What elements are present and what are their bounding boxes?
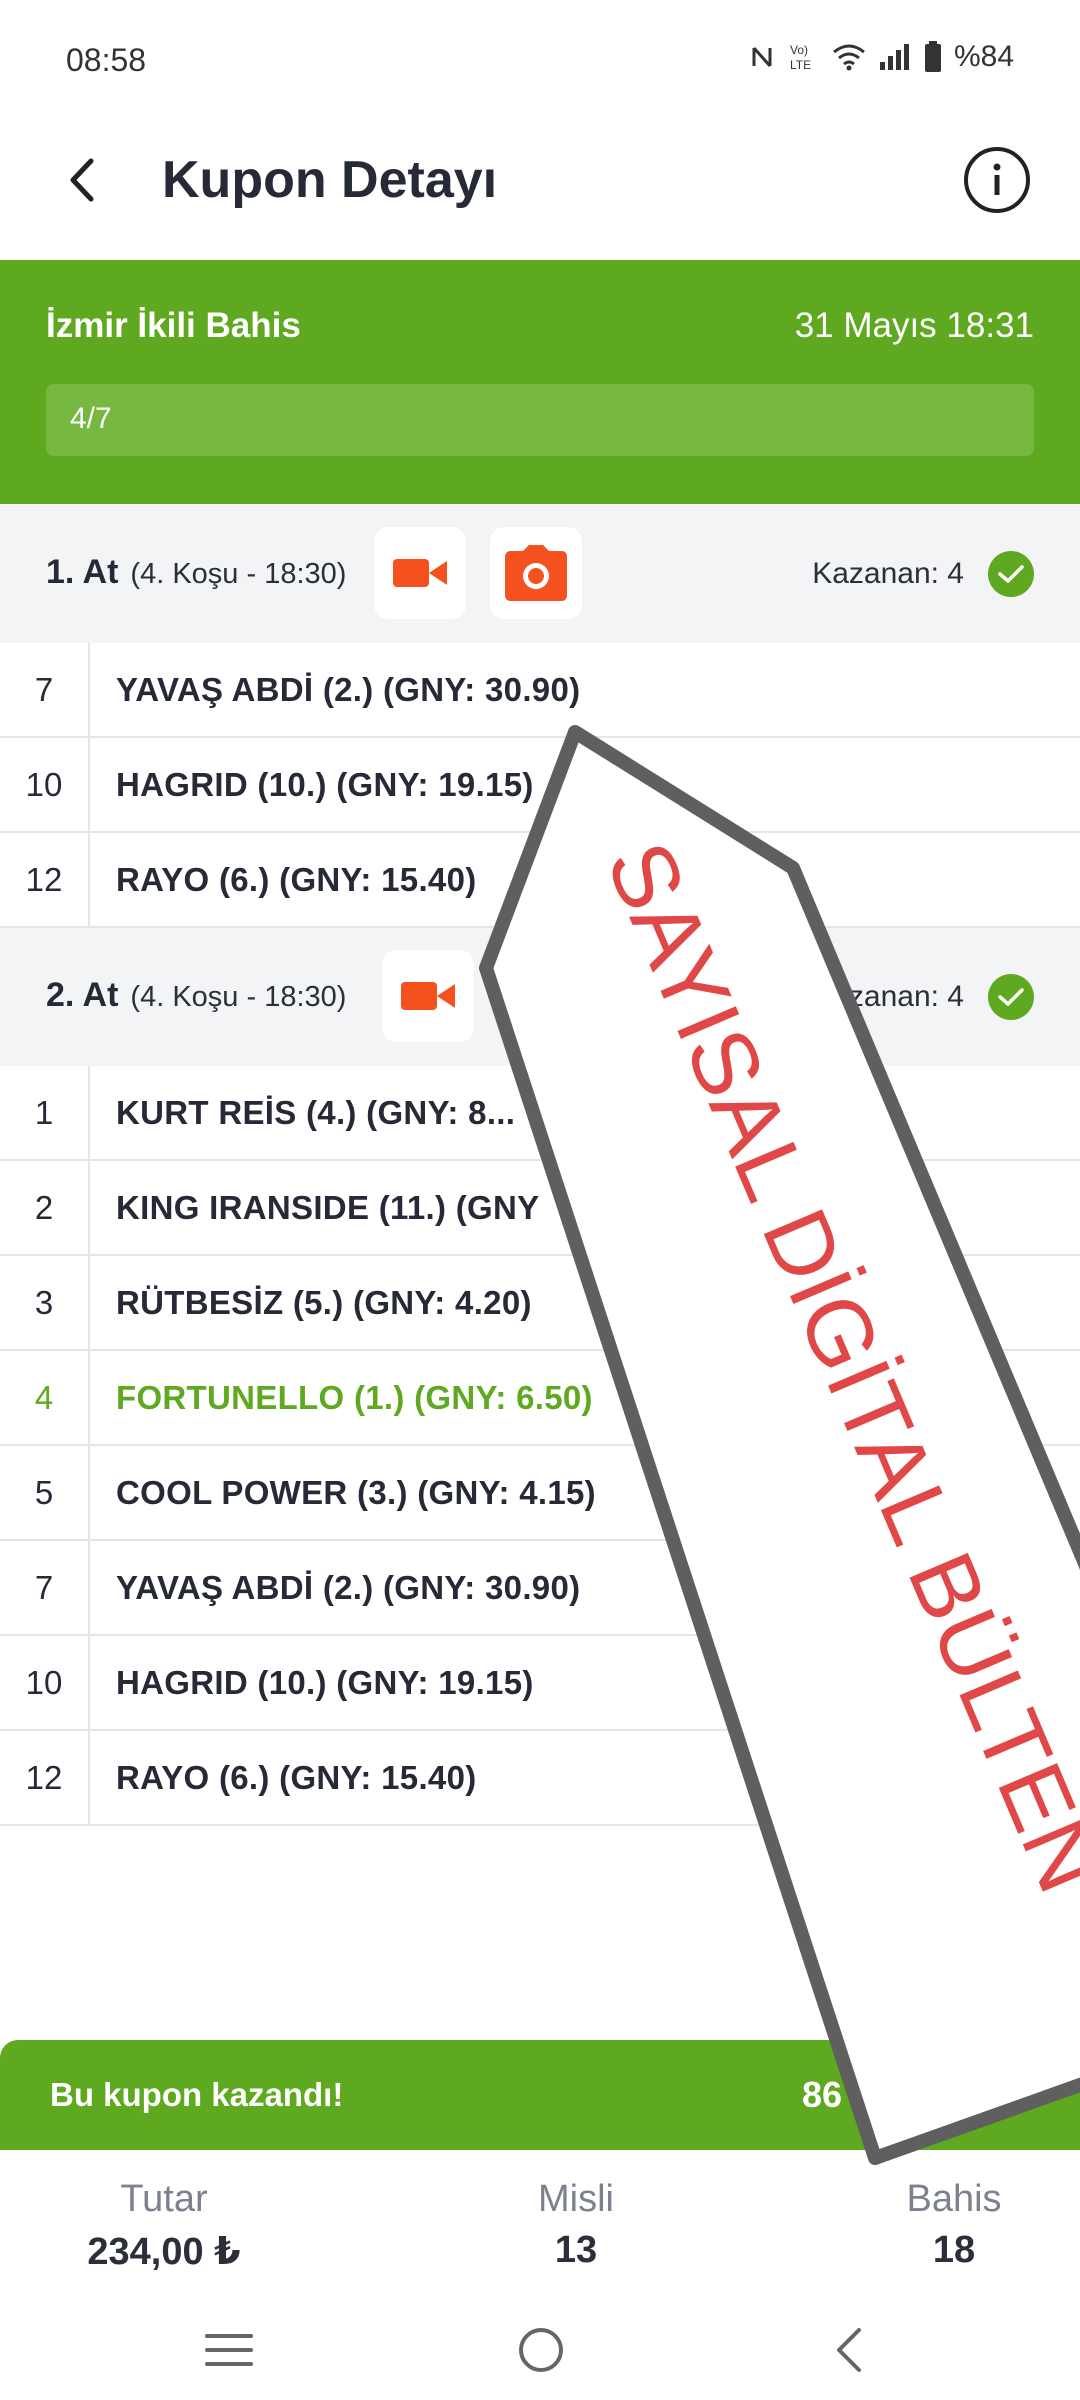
system-back-button[interactable]	[814, 2320, 884, 2380]
won-text: Bu kupon kazandı!	[50, 2076, 344, 2113]
tutar-column: Tutar 234,00 ₺	[64, 2178, 264, 2274]
progress-bar: 4/7	[46, 384, 1034, 456]
bet-type: İzmir İkili Bahis	[46, 306, 301, 345]
signal-icon	[879, 44, 909, 70]
system-nav-bar	[0, 2300, 1080, 2400]
table-row[interactable]: 10 HAGRID (10.) (GNY: 19.15)	[0, 1636, 1080, 1731]
bahis-value: 18	[932, 2229, 976, 2271]
bahis-column: Bahis 18	[854, 2178, 1054, 2272]
back-arrow-icon	[70, 158, 94, 202]
home-circle-icon	[519, 2328, 563, 2372]
misli-column: Misli 13	[476, 2178, 676, 2272]
chevron-left-icon	[837, 2328, 861, 2372]
table-row[interactable]: 2 KING IRANSIDE (11.) (GNY	[0, 1161, 1080, 1256]
home-button[interactable]	[506, 2320, 576, 2380]
battery-icon	[924, 41, 941, 72]
status-icons: Vo) LTE %84	[750, 40, 1014, 74]
winner-label: Kazanan: 4	[812, 980, 964, 1013]
horse-number: 7	[0, 1541, 90, 1634]
recent-apps-button[interactable]	[194, 2320, 264, 2380]
table-row[interactable]: 7 YAVAŞ ABDİ (2.) (GNY: 30.90)	[0, 643, 1080, 738]
status-bar: 08:58 Vo) LTE %84	[0, 0, 1080, 120]
check-icon	[988, 551, 1034, 597]
table-row[interactable]: 12 RAYO (6.) (GNY: 15.40)	[0, 1731, 1080, 1826]
horse-name: YAVAŞ ABDİ (2.) (GNY: 30.90)	[116, 1568, 581, 1606]
horse-number: 2	[0, 1161, 90, 1254]
volte-icon: Vo)LTE	[790, 43, 811, 72]
horse-name: FORTUNELLO (1.) (GNY: 6.50)	[116, 1378, 593, 1416]
table-row[interactable]: 3 RÜTBESİZ (5.) (GNY: 4.20)	[0, 1256, 1080, 1351]
horse-number: 3	[0, 1256, 90, 1349]
menu-icon	[205, 2334, 253, 2366]
section-header-1: 1. At (4. Koşu - 18:30) Kazanan: 4	[0, 505, 1080, 643]
section-title: 2. At (4. Koşu - 18:30)	[46, 976, 346, 1015]
video-button[interactable]	[374, 527, 466, 619]
section-title-text: 1. At	[46, 553, 119, 591]
horse-number: 10	[0, 1636, 90, 1729]
horse-number: 7	[0, 643, 90, 736]
tutar-value: 234,00 ₺	[87, 2231, 241, 2273]
won-amount: 86	[802, 2074, 843, 2115]
section-subtitle: (4. Koşu - 18:30)	[130, 981, 347, 1013]
horse-name: HAGRID (10.) (GNY: 19.15)	[116, 1663, 534, 1701]
video-button[interactable]	[382, 950, 474, 1042]
coupon-summary: Tutar 234,00 ₺ Misli 13 Bahis 18	[0, 2150, 1080, 2300]
table-row[interactable]: 10 HAGRID (10.) (GNY: 19.15)	[0, 738, 1080, 833]
battery-percent: %84	[953, 40, 1014, 73]
bet-date: 31 Mayıs 18:31	[794, 306, 1034, 345]
section-title: 1. At (4. Koşu - 18:30)	[46, 553, 346, 592]
horse-number: 5	[0, 1446, 90, 1539]
tutar-label: Tutar	[120, 2178, 208, 2220]
horse-number: 1	[0, 1066, 90, 1159]
table-row[interactable]: 5 COOL POWER (3.) (GNY: 4.15)	[0, 1446, 1080, 1541]
status-time: 08:58	[66, 42, 147, 78]
misli-label: Misli	[538, 2178, 614, 2220]
won-banner: Bu kupon kazandı! 86	[0, 2040, 1080, 2150]
svg-text:Vo): Vo)	[790, 43, 808, 57]
page-title: Kupon Detayı	[162, 151, 498, 209]
info-icon	[993, 163, 1001, 195]
horse-number: 10	[0, 738, 90, 831]
app-header: Kupon Detayı	[0, 120, 1080, 260]
info-button[interactable]	[964, 147, 1030, 213]
horse-name: RÜTBESİZ (5.) (GNY: 4.20)	[116, 1283, 532, 1321]
horse-name: KURT REİS (4.) (GNY: 8...	[116, 1093, 516, 1131]
camera-icon	[505, 545, 567, 601]
table-row[interactable]: 7 YAVAŞ ABDİ (2.) (GNY: 30.90)	[0, 1541, 1080, 1636]
video-camera-icon	[401, 982, 455, 1010]
photo-button[interactable]	[490, 527, 582, 619]
horse-number: 12	[0, 1731, 90, 1824]
section-header-2: 2. At (4. Koşu - 18:30) Kazanan: 4	[0, 928, 1080, 1066]
horse-name: COOL POWER (3.) (GNY: 4.15)	[116, 1473, 596, 1511]
horse-number: 4	[0, 1351, 90, 1444]
section-title-text: 2. At	[46, 976, 119, 1014]
back-button[interactable]	[56, 150, 108, 210]
horse-name: KING IRANSIDE (11.) (GNY	[116, 1188, 540, 1226]
check-icon	[988, 974, 1034, 1020]
bet-summary-card: İzmir İkili Bahis 31 Mayıs 18:31 4/7	[0, 260, 1080, 504]
table-row[interactable]: 1 KURT REİS (4.) (GNY: 8...	[0, 1066, 1080, 1161]
misli-value: 13	[554, 2229, 598, 2271]
horse-number: 12	[0, 833, 90, 926]
section-subtitle: (4. Koşu - 18:30)	[130, 558, 347, 590]
wifi-icon	[833, 44, 865, 71]
table-row-winner[interactable]: 4 FORTUNELLO (1.) (GNY: 6.50)	[0, 1351, 1080, 1446]
table-row[interactable]: 12 RAYO (6.) (GNY: 15.40)	[0, 833, 1080, 928]
progress-label: 4/7	[70, 402, 112, 435]
bahis-label: Bahis	[906, 2178, 1002, 2220]
horse-name: RAYO (6.) (GNY: 15.40)	[116, 1758, 477, 1796]
svg-text:LTE: LTE	[790, 58, 811, 72]
winner-label: Kazanan: 4	[812, 557, 964, 590]
nfc-icon	[752, 47, 772, 67]
video-camera-icon	[393, 559, 447, 587]
horse-name: RAYO (6.) (GNY: 15.40)	[116, 860, 477, 898]
horse-name: YAVAŞ ABDİ (2.) (GNY: 30.90)	[116, 670, 581, 708]
horse-name: HAGRID (10.) (GNY: 19.15)	[116, 765, 534, 803]
